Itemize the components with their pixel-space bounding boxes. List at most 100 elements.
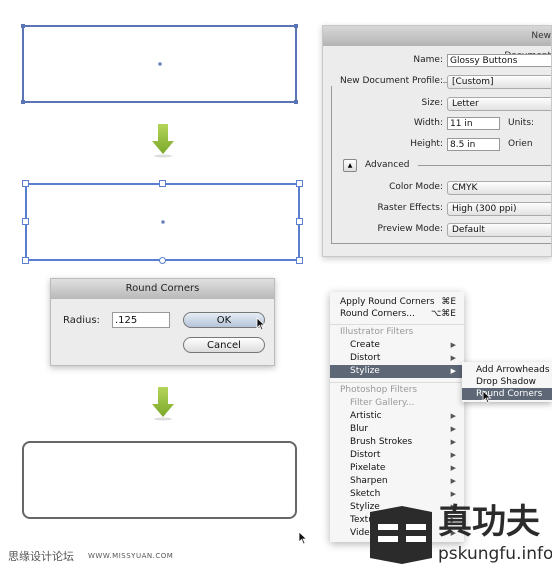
raster-effects-label: Raster Effects:	[377, 203, 443, 213]
raster-effects-select[interactable]: High (300 ppi)	[447, 202, 551, 216]
name-label: Name:	[413, 55, 443, 65]
anchor-point[interactable]	[294, 24, 298, 28]
rounded-rectangle-shape[interactable]	[22, 441, 297, 519]
dialog-titlebar: New Document	[323, 26, 551, 61]
selected-rectangle[interactable]	[22, 180, 303, 264]
menu-item-label: Stylize	[350, 366, 380, 376]
submenu-arrow-icon: ▶	[450, 341, 456, 349]
menu-item-brush-strokes[interactable]: Brush Strokes ▶	[330, 436, 464, 449]
preview-mode-select[interactable]: Default	[447, 223, 551, 237]
menu-item-label: Drop Shadow	[476, 377, 537, 387]
menu-item-distort-ps[interactable]: Distort ▶	[330, 449, 464, 462]
cancel-button[interactable]: Cancel	[183, 337, 265, 353]
color-mode-select[interactable]: CMYK	[447, 181, 551, 195]
radius-input[interactable]: .125	[112, 312, 170, 328]
submenu-arrow-icon: ▶	[450, 412, 456, 420]
menu-header-label: Illustrator Filters	[340, 327, 414, 337]
cursor-arrow-icon	[256, 317, 266, 331]
submenu-arrow-icon: ▶	[450, 477, 456, 485]
resize-handle[interactable]	[22, 180, 29, 187]
resize-handle[interactable]	[296, 257, 303, 264]
menu-item-blur[interactable]: Blur ▶	[330, 423, 464, 436]
cursor-arrow-icon	[298, 531, 308, 545]
ok-button[interactable]: OK	[183, 312, 265, 328]
shortcut-label: ⌥⌘E	[430, 309, 456, 319]
height-label: Height:	[410, 139, 443, 149]
menu-item-artistic[interactable]: Artistic ▶	[330, 410, 464, 423]
submenu-arrow-icon: ▶	[450, 354, 456, 362]
menu-item-label: Create	[350, 340, 380, 350]
menu-item-label: Add Arrowheads	[476, 365, 550, 375]
submenu-arrow-icon: ▶	[450, 438, 456, 446]
submenu-arrow-icon: ▶	[450, 451, 456, 459]
color-mode-label: Color Mode:	[389, 182, 443, 192]
menu-item-filter-gallery: Filter Gallery...	[330, 397, 464, 410]
triangle-up-icon: ▲	[347, 162, 353, 169]
menu-item-label: Round Corners...	[340, 309, 415, 319]
resize-handle[interactable]	[22, 218, 29, 225]
submenu-arrow-icon: ▶	[450, 367, 456, 375]
menu-header-label: Photoshop Filters	[340, 385, 418, 395]
menu-item-label: Distort	[350, 450, 381, 460]
resize-handle[interactable]	[158, 257, 166, 264]
anchor-point[interactable]	[294, 100, 298, 104]
menu-header-photoshop-filters: Photoshop Filters	[330, 384, 464, 397]
watermark-site-url: WWW.MISSYUAN.COM	[88, 552, 174, 560]
menu-item-label: Distort	[350, 353, 381, 363]
stylize-submenu: Add Arrowheads Drop Shadow Round Corners	[462, 362, 552, 402]
submenu-item-round-corners[interactable]: Round Corners	[462, 388, 552, 400]
menu-item-label: Pixelate	[350, 463, 386, 473]
width-label: Width:	[413, 118, 443, 128]
menu-item-label: Filter Gallery...	[350, 398, 415, 408]
anchor-point[interactable]	[21, 100, 25, 104]
menu-separator	[330, 324, 464, 325]
submenu-item-drop-shadow[interactable]: Drop Shadow	[462, 376, 552, 388]
resize-handle[interactable]	[22, 257, 29, 264]
submenu-arrow-icon: ▶	[450, 464, 456, 472]
watermark-site-name: 思缘设计论坛	[8, 550, 74, 563]
round-corners-dialog: Round Corners Radius: .125 OK Cancel	[50, 278, 275, 366]
logo-chinese-text: 真功夫	[438, 502, 540, 542]
units-label: Units:	[508, 118, 535, 128]
profile-label: New Document Profile:	[323, 76, 443, 86]
profile-select[interactable]: [Custom]	[447, 75, 551, 89]
menu-item-stylize[interactable]: Stylize ▶	[330, 365, 464, 378]
submenu-item-add-arrowheads[interactable]: Add Arrowheads	[462, 364, 552, 376]
preview-mode-label: Preview Mode:	[377, 224, 443, 234]
submenu-arrow-icon: ▶	[450, 425, 456, 433]
pe-logo-icon	[370, 506, 432, 564]
width-input[interactable]: 11 in	[447, 117, 500, 130]
advanced-toggle-button[interactable]: ▲	[343, 159, 357, 172]
anchor-point[interactable]	[21, 24, 25, 28]
resize-handle[interactable]	[158, 180, 166, 187]
advanced-label: Advanced	[365, 160, 410, 170]
down-arrow-icon	[152, 124, 174, 158]
menu-item-label: Artistic	[350, 411, 382, 421]
menu-item-label: Blur	[350, 424, 369, 434]
menu-item-label: Brush Strokes	[350, 437, 413, 447]
cursor-arrow-icon	[482, 390, 492, 404]
center-point	[161, 220, 164, 224]
divider	[418, 165, 551, 166]
size-select[interactable]: Letter	[447, 97, 551, 111]
logo-url-text: pskungfu.info	[438, 544, 552, 564]
radius-label: Radius:	[63, 315, 100, 326]
resize-handle[interactable]	[296, 180, 303, 187]
rectangle-shape[interactable]	[21, 24, 298, 104]
menu-item-round-corners[interactable]: Round Corners... ⌥⌘E	[330, 308, 464, 321]
center-point	[158, 62, 161, 66]
orientation-label: Orien	[508, 139, 533, 149]
menu-item-distort[interactable]: Distort ▶	[330, 352, 464, 365]
menu-item-label: Sharpen	[350, 476, 388, 486]
menu-header-illustrator-filters: Illustrator Filters	[330, 326, 464, 339]
menu-item-pixelate[interactable]: Pixelate ▶	[330, 462, 464, 475]
new-document-dialog: New Document Name: Glossy Buttons New Do…	[322, 25, 552, 257]
pskungfu-logo: 真功夫 pskungfu.info	[362, 500, 552, 571]
size-label: Size:	[421, 98, 443, 108]
menu-item-sharpen[interactable]: Sharpen ▶	[330, 475, 464, 488]
dialog-title: Round Corners	[51, 279, 274, 299]
menu-item-create[interactable]: Create ▶	[330, 339, 464, 352]
resize-handle[interactable]	[296, 218, 303, 225]
name-input[interactable]: Glossy Buttons	[447, 54, 551, 67]
height-input[interactable]: 8.5 in	[447, 138, 500, 151]
